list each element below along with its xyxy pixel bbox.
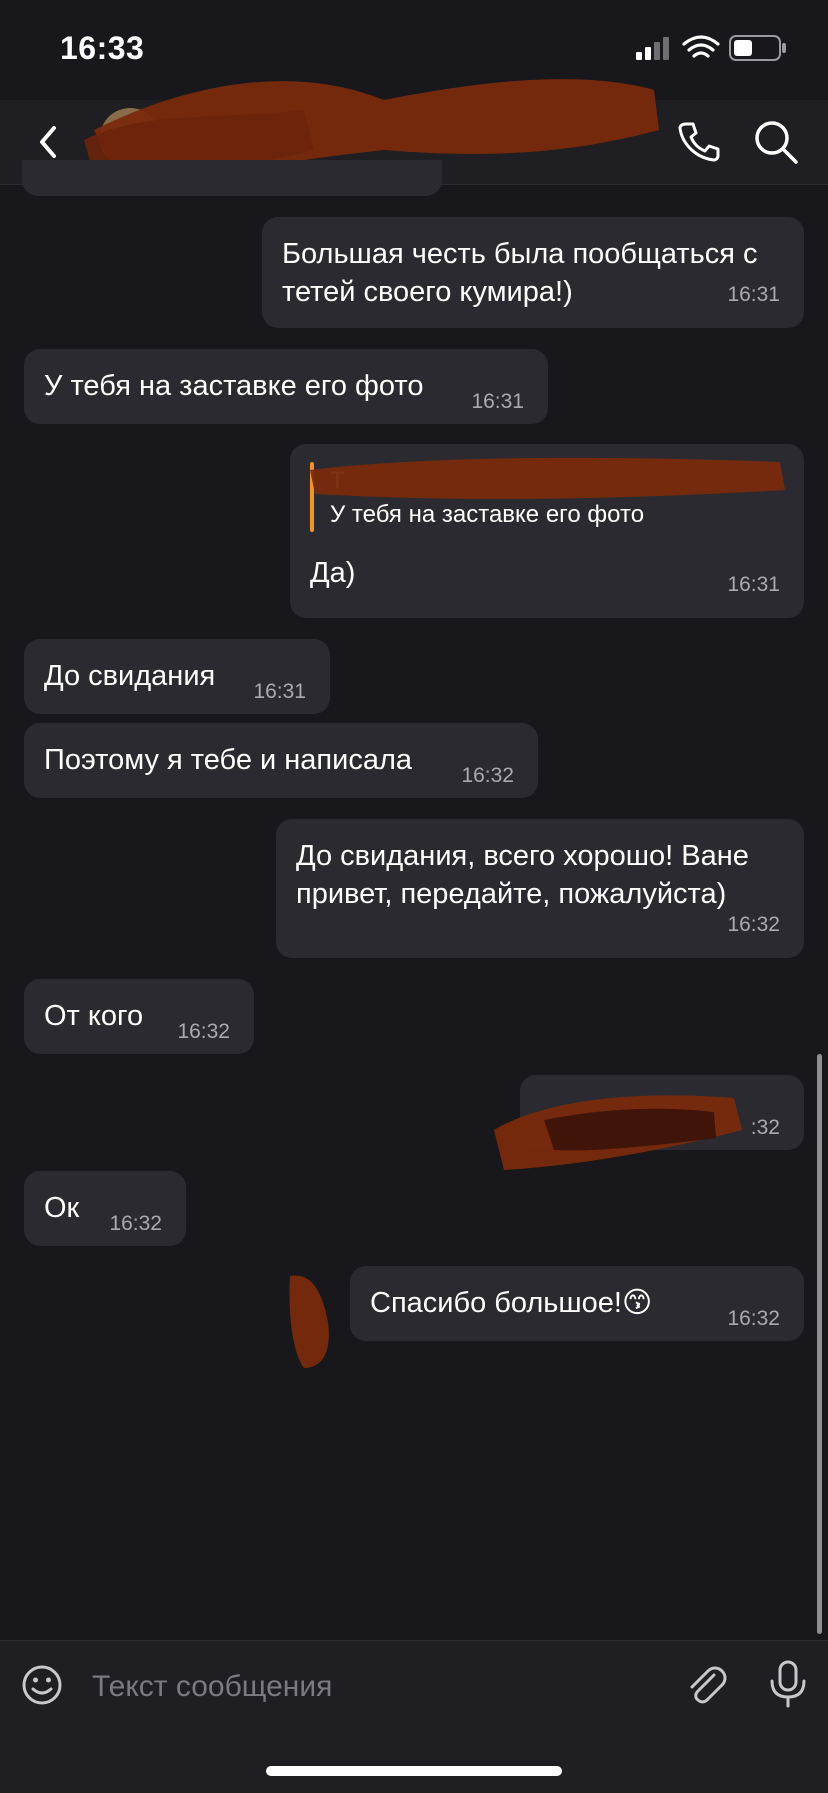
message-bubble-outgoing-reply[interactable]: Т У тебя на заставке его фото Да) 16:31 bbox=[290, 444, 804, 618]
microphone-button[interactable] bbox=[766, 1659, 810, 1709]
message-text: Поэтому я тебе и написала bbox=[44, 744, 413, 776]
message-input[interactable] bbox=[90, 1661, 654, 1713]
message-bubble-partial bbox=[22, 160, 442, 196]
message-text: Большая честь была пообщаться с тетей св… bbox=[282, 238, 758, 308]
wifi-icon bbox=[682, 35, 720, 58]
message-bubble-incoming[interactable]: От кого 16:32 bbox=[24, 979, 254, 1054]
chevron-left-icon bbox=[40, 126, 56, 158]
message-time: :32 bbox=[750, 1116, 780, 1139]
message-bubble-outgoing[interactable]: :32 bbox=[520, 1075, 804, 1150]
status-icons bbox=[636, 34, 796, 64]
microphone-icon bbox=[770, 1660, 806, 1708]
call-button[interactable] bbox=[676, 118, 720, 162]
message-bubble-outgoing[interactable]: Большая честь была пообщаться с тетей св… bbox=[262, 217, 804, 328]
scrollbar[interactable] bbox=[817, 1054, 822, 1634]
message-text: Да) bbox=[310, 557, 356, 589]
reply-author[interactable]: Т bbox=[330, 462, 345, 500]
message-time: 16:31 bbox=[253, 680, 306, 703]
message-time: 16:31 bbox=[727, 283, 780, 306]
message-text: У тебя на заставке его фото bbox=[44, 370, 424, 402]
signal-icon bbox=[636, 37, 669, 60]
emoji-button[interactable] bbox=[20, 1663, 64, 1707]
message-time: 16:32 bbox=[727, 913, 780, 936]
message-time: 16:32 bbox=[461, 764, 514, 787]
attach-button[interactable] bbox=[684, 1663, 728, 1707]
message-text: Ок bbox=[44, 1192, 80, 1224]
message-bubble-outgoing[interactable]: До свидания, всего хорошо! Ване привет, … bbox=[276, 819, 804, 958]
emoji-icon bbox=[22, 1665, 62, 1705]
reply-accent-bar bbox=[310, 462, 314, 532]
phone-icon bbox=[678, 122, 720, 162]
battery-icon bbox=[729, 35, 786, 61]
search-icon bbox=[755, 121, 798, 164]
status-time: 16:33 bbox=[60, 30, 145, 66]
message-time: 16:32 bbox=[109, 1212, 162, 1235]
message-bubble-incoming[interactable]: Поэтому я тебе и написала 16:32 bbox=[24, 723, 538, 798]
message-time: 16:31 bbox=[727, 573, 780, 596]
message-bubble-incoming[interactable]: До свидания 16:31 bbox=[24, 639, 330, 714]
reply-quoted-text[interactable]: У тебя на заставке его фото bbox=[330, 496, 644, 534]
redaction-scribble bbox=[282, 1272, 342, 1372]
message-time: 16:32 bbox=[177, 1020, 230, 1043]
message-text: До свидания, всего хорошо! Ване привет, … bbox=[296, 840, 749, 910]
message-time: 16:32 bbox=[727, 1307, 780, 1330]
paperclip-icon bbox=[690, 1666, 727, 1704]
home-indicator[interactable] bbox=[266, 1766, 562, 1776]
back-button[interactable] bbox=[30, 120, 70, 164]
message-text: От кого bbox=[44, 1000, 144, 1032]
message-bubble-incoming[interactable]: У тебя на заставке его фото 16:31 bbox=[24, 349, 548, 424]
message-text: До свидания bbox=[44, 660, 216, 692]
message-bubble-outgoing[interactable]: Спасибо большое!😙 16:32 bbox=[350, 1266, 804, 1341]
message-bubble-incoming[interactable]: Ок 16:32 bbox=[24, 1171, 186, 1246]
message-text: Спасибо большое!😙 bbox=[370, 1287, 653, 1319]
search-button[interactable] bbox=[752, 118, 800, 166]
message-time: 16:31 bbox=[471, 390, 524, 413]
